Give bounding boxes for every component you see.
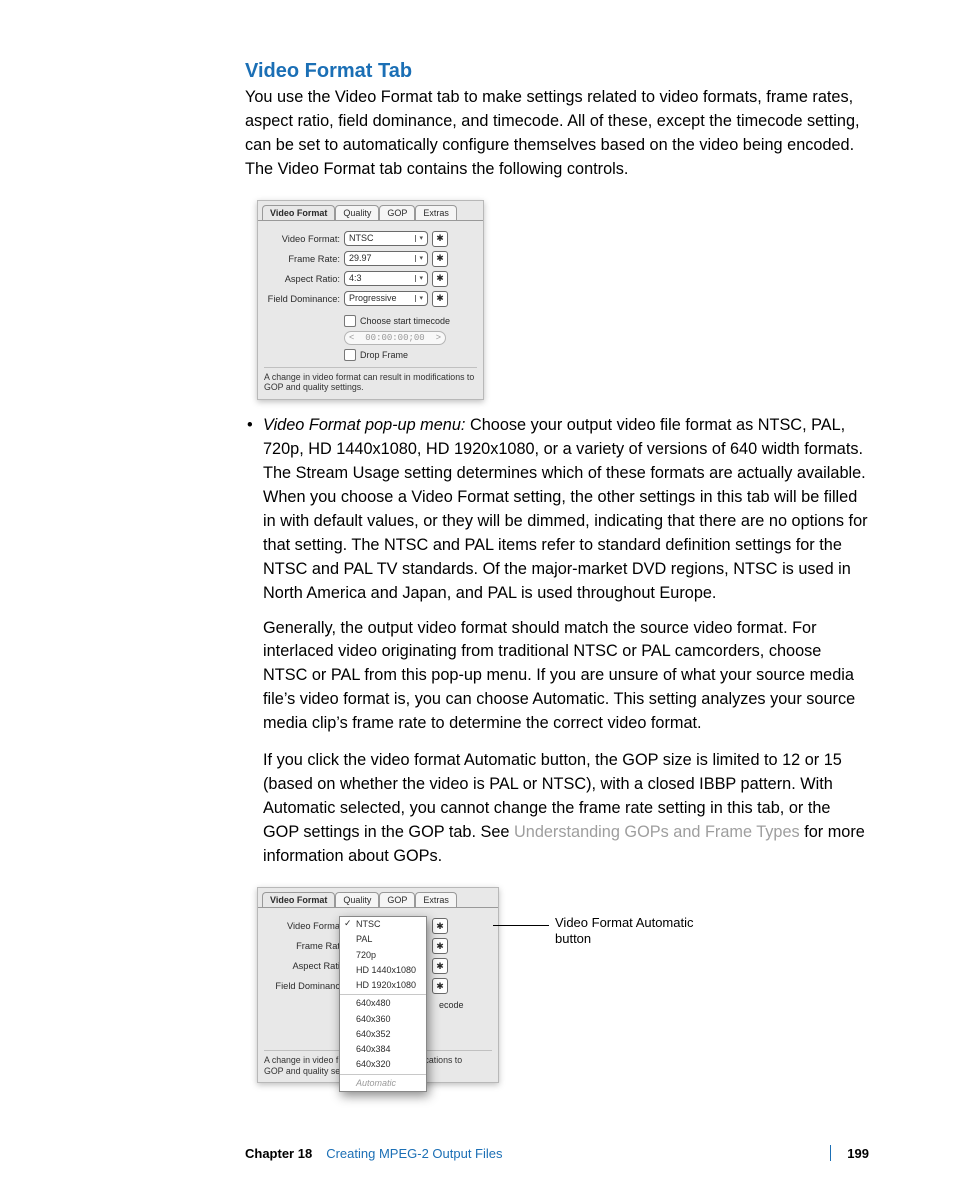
popup-item-640x320[interactable]: 640x320: [340, 1057, 426, 1072]
frame-rate-automatic-button[interactable]: ✱: [432, 251, 448, 267]
popup-item-automatic[interactable]: Automatic: [340, 1076, 426, 1091]
section-heading: Video Format Tab: [245, 60, 869, 83]
field-dominance-value: Progressive: [349, 292, 397, 305]
popup-item-640x480[interactable]: 640x480: [340, 996, 426, 1011]
frame-rate-label: Frame Rate:: [264, 254, 340, 264]
panel-tabs: Video Format Quality GOP Extras: [258, 201, 483, 220]
video-format-popup-figure: Video Format Quality GOP Extras Video Fo…: [257, 887, 869, 1083]
field-dominance-label: Field Dominance:: [264, 294, 340, 304]
aspect-ratio-label: Aspect Rati: [264, 961, 340, 971]
video-format-panel-figure: Video Format Quality GOP Extras Video Fo…: [257, 200, 869, 400]
page-footer: Chapter 18 Creating MPEG-2 Output Files …: [245, 1145, 869, 1161]
popup-item-640x360[interactable]: 640x360: [340, 1012, 426, 1027]
popup-item-ntsc[interactable]: NTSC: [340, 917, 426, 932]
chapter-label: Chapter 18: [245, 1146, 312, 1161]
paragraph-3: If you click the video format Automatic …: [263, 749, 869, 869]
tab-gop[interactable]: GOP: [379, 205, 415, 220]
video-format-label: Video Format:: [264, 234, 340, 244]
gear-icon: ✱: [436, 961, 444, 972]
gear-icon: ✱: [436, 293, 444, 304]
popup-item-640x384[interactable]: 640x384: [340, 1042, 426, 1057]
panel-note: A change in video format can result in m…: [264, 367, 477, 393]
drop-frame-label: Drop Frame: [360, 350, 408, 360]
bullet-video-format-menu: • Video Format pop-up menu: Choose your …: [245, 414, 869, 606]
tab-extras[interactable]: Extras: [415, 892, 457, 907]
aspect-ratio-label: Aspect Ratio:: [264, 274, 340, 284]
select-arrow-icon: ▾: [415, 295, 423, 302]
field-dominance-select[interactable]: Progressive ▾: [344, 291, 428, 306]
popup-item-pal[interactable]: PAL: [340, 932, 426, 947]
aspect-ratio-select[interactable]: 4:3 ▾: [344, 271, 428, 286]
popup-item-hd1440[interactable]: HD 1440x1080: [340, 963, 426, 978]
tab-video-format[interactable]: Video Format: [262, 892, 335, 907]
start-timecode-checkbox[interactable]: [344, 315, 356, 327]
video-format-value: NTSC: [349, 232, 374, 245]
tab-video-format[interactable]: Video Format: [262, 205, 335, 220]
popup-item-hd1920[interactable]: HD 1920x1080: [340, 978, 426, 993]
gear-icon: ✱: [436, 253, 444, 264]
video-format-popup-menu[interactable]: NTSC PAL 720p HD 1440x1080 HD 1920x1080 …: [339, 916, 427, 1092]
aspect-ratio-automatic-button[interactable]: ✱: [432, 271, 448, 287]
frame-rate-automatic-button[interactable]: ✱: [432, 938, 448, 954]
video-format-label: Video Forma: [264, 921, 340, 931]
frame-rate-value: 29.97: [349, 252, 372, 265]
gear-icon: ✱: [436, 273, 444, 284]
drop-frame-checkbox[interactable]: [344, 349, 356, 361]
chapter-title: Creating MPEG-2 Output Files: [326, 1146, 830, 1161]
timecode-fragment: ecode: [439, 1000, 492, 1010]
tab-extras[interactable]: Extras: [415, 205, 457, 220]
timecode-field[interactable]: ˂ 00:00:00;00 ˃: [344, 331, 446, 345]
field-dominance-automatic-button[interactable]: ✱: [432, 291, 448, 307]
video-format-select[interactable]: NTSC ▾: [344, 231, 428, 246]
start-timecode-label: Choose start timecode: [360, 316, 450, 326]
gops-frame-types-link[interactable]: Understanding GOPs and Frame Types: [514, 823, 800, 841]
gear-icon: ✱: [436, 921, 444, 932]
tab-quality[interactable]: Quality: [335, 892, 379, 907]
gear-icon: ✱: [436, 941, 444, 952]
panel-tabs-2: Video Format Quality GOP Extras: [258, 888, 498, 907]
popup-item-720p[interactable]: 720p: [340, 948, 426, 963]
field-dominance-automatic-button[interactable]: ✱: [432, 978, 448, 994]
field-dominance-label: Field Dominanc: [264, 981, 340, 991]
gear-icon: ✱: [436, 981, 444, 992]
bullet-dot-icon: •: [247, 414, 253, 438]
frame-rate-label: Frame Rat: [264, 941, 340, 951]
select-arrow-icon: ▾: [415, 275, 423, 282]
timecode-value: 00:00:00;00: [365, 333, 424, 343]
intro-paragraph: You use the Video Format tab to make set…: [245, 86, 869, 182]
aspect-ratio-value: 4:3: [349, 272, 362, 285]
select-arrow-icon: ▾: [415, 235, 423, 242]
callout-line: [493, 925, 549, 926]
page-number: 199: [847, 1146, 869, 1161]
timecode-decrement-icon[interactable]: ˂: [349, 333, 354, 343]
aspect-ratio-automatic-button[interactable]: ✱: [432, 958, 448, 974]
video-format-automatic-button[interactable]: ✱: [432, 231, 448, 247]
gear-icon: ✱: [436, 233, 444, 244]
bullet-term: Video Format pop-up menu:: [263, 416, 470, 434]
tab-gop[interactable]: GOP: [379, 892, 415, 907]
frame-rate-select[interactable]: 29.97 ▾: [344, 251, 428, 266]
video-format-automatic-button[interactable]: ✱: [432, 918, 448, 934]
footer-rule: [830, 1145, 831, 1161]
timecode-increment-icon[interactable]: ˃: [436, 333, 441, 343]
tab-quality[interactable]: Quality: [335, 205, 379, 220]
paragraph-2: Generally, the output video format shoul…: [263, 617, 869, 737]
popup-item-640x352[interactable]: 640x352: [340, 1027, 426, 1042]
bullet-body: Choose your output video file format as …: [263, 416, 868, 602]
callout-text: Video Format Automatic button: [555, 915, 730, 948]
select-arrow-icon: ▾: [415, 255, 423, 262]
